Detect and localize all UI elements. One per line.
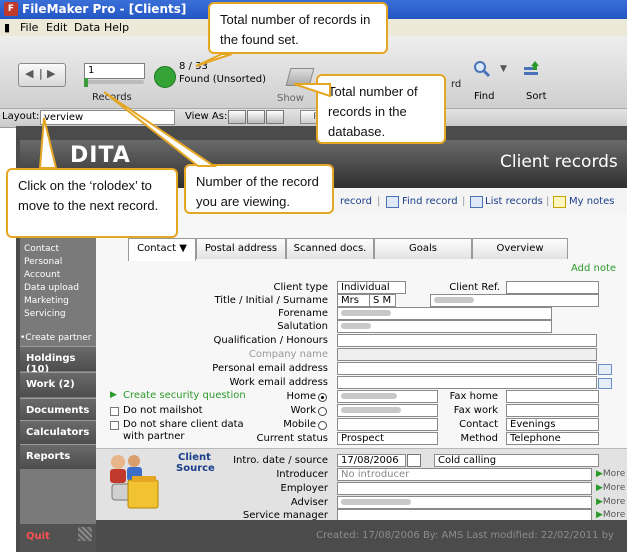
callout-pointers — [38, 53, 331, 169]
